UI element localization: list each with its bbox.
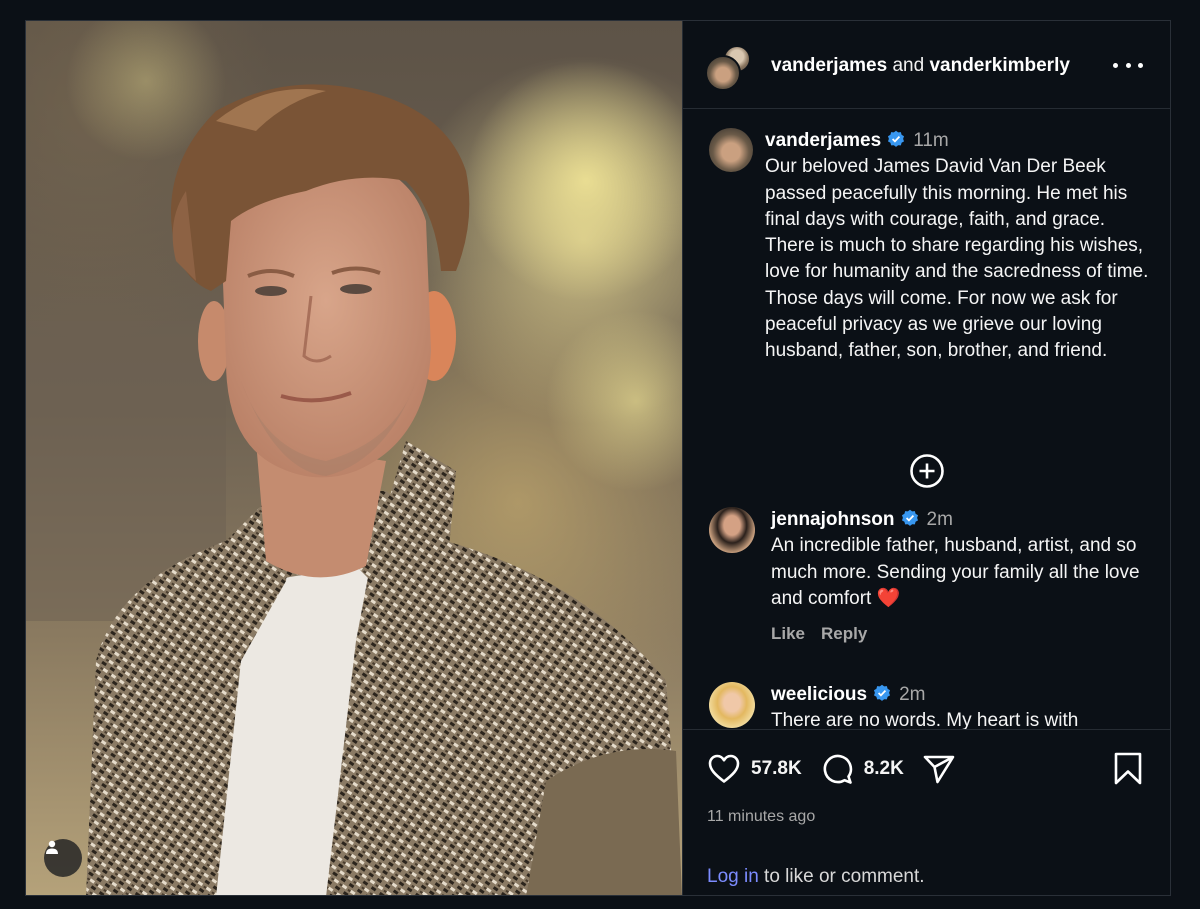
comment-like-button[interactable]: Like	[771, 624, 805, 643]
header-joiner: and	[892, 55, 925, 76]
comment-actions: Like Reply	[771, 624, 883, 644]
post-timestamp: 11 minutes ago	[707, 808, 816, 825]
tagged-users-button[interactable]	[44, 839, 82, 877]
login-prompt-text: to like or comment.	[758, 866, 925, 887]
comment-button[interactable]	[820, 752, 854, 786]
caption-time: 11m	[913, 130, 949, 151]
collab-avatars[interactable]	[705, 45, 755, 91]
caption-text-block: vanderjames 11m Our beloved James David V…	[765, 128, 1155, 365]
heart-icon	[708, 754, 740, 783]
header-user1[interactable]: vanderjames	[771, 55, 887, 76]
comment-text-block: weelicious 2m There are no words. My hear…	[771, 682, 1155, 730]
comment-reply-button[interactable]: Reply	[821, 624, 867, 643]
comments-scroll-area[interactable]: vanderjames 11m Our beloved James David V…	[683, 110, 1170, 730]
dot-icon	[1138, 62, 1143, 68]
heart-emoji: ❤️	[876, 587, 901, 609]
login-link[interactable]: Log in	[707, 866, 759, 887]
avatar[interactable]	[709, 507, 755, 553]
comment-username[interactable]: jennajohnson	[771, 509, 895, 530]
caption-body: Our beloved James David Van Der Beek pas…	[765, 156, 1149, 362]
dot-icon	[1113, 62, 1118, 68]
comments-count: 8.2K	[863, 758, 904, 779]
portrait-illustration	[26, 21, 682, 895]
verified-badge-icon	[874, 684, 891, 701]
likes-count[interactable]: 57.8K	[751, 758, 802, 780]
verified-badge-icon	[901, 509, 918, 526]
post-photo[interactable]	[26, 21, 682, 895]
like-button[interactable]	[707, 752, 741, 786]
comment-time: 2m	[926, 509, 953, 530]
dot-icon	[1125, 62, 1131, 68]
actions-row: 57.8K 8.2K	[707, 752, 956, 786]
load-more-comments-icon[interactable]	[909, 453, 945, 489]
login-prompt: Log in to like or comment.	[707, 866, 925, 888]
comment-body: There are no words. My heart is with	[771, 710, 1079, 730]
comment-time: 2m	[899, 684, 926, 705]
collab-names: vanderjames and vanderkimberly	[771, 55, 1070, 77]
post-side-panel: vanderjames and vanderkimberly vanderjam…	[682, 21, 1170, 895]
avatar[interactable]	[709, 128, 753, 172]
share-button[interactable]	[922, 752, 956, 786]
post-action-bar: 57.8K 8.2K 11 minutes ago Log in to like…	[683, 729, 1170, 895]
header-user2[interactable]: vanderkimberly	[929, 55, 1069, 76]
avatar[interactable]	[709, 682, 755, 728]
bookmark-icon	[1114, 752, 1142, 785]
paper-plane-icon	[923, 755, 955, 784]
post-header: vanderjames and vanderkimberly	[683, 21, 1170, 109]
comment-username[interactable]: weelicious	[771, 684, 867, 705]
avatar-vanderjames[interactable]	[705, 55, 741, 91]
instagram-post: vanderjames and vanderkimberly vanderjam…	[25, 20, 1171, 896]
comment-bubble-icon	[823, 754, 852, 784]
verified-badge-icon	[888, 130, 905, 147]
person-icon	[46, 840, 58, 854]
comment-text-block: jennajohnson 2m An incredible father, hus…	[771, 507, 1155, 612]
save-button[interactable]	[1111, 752, 1145, 786]
more-options-button[interactable]	[1113, 55, 1143, 75]
caption-username[interactable]: vanderjames	[765, 130, 881, 151]
comment-body: An incredible father, husband, artist, a…	[771, 535, 1140, 609]
